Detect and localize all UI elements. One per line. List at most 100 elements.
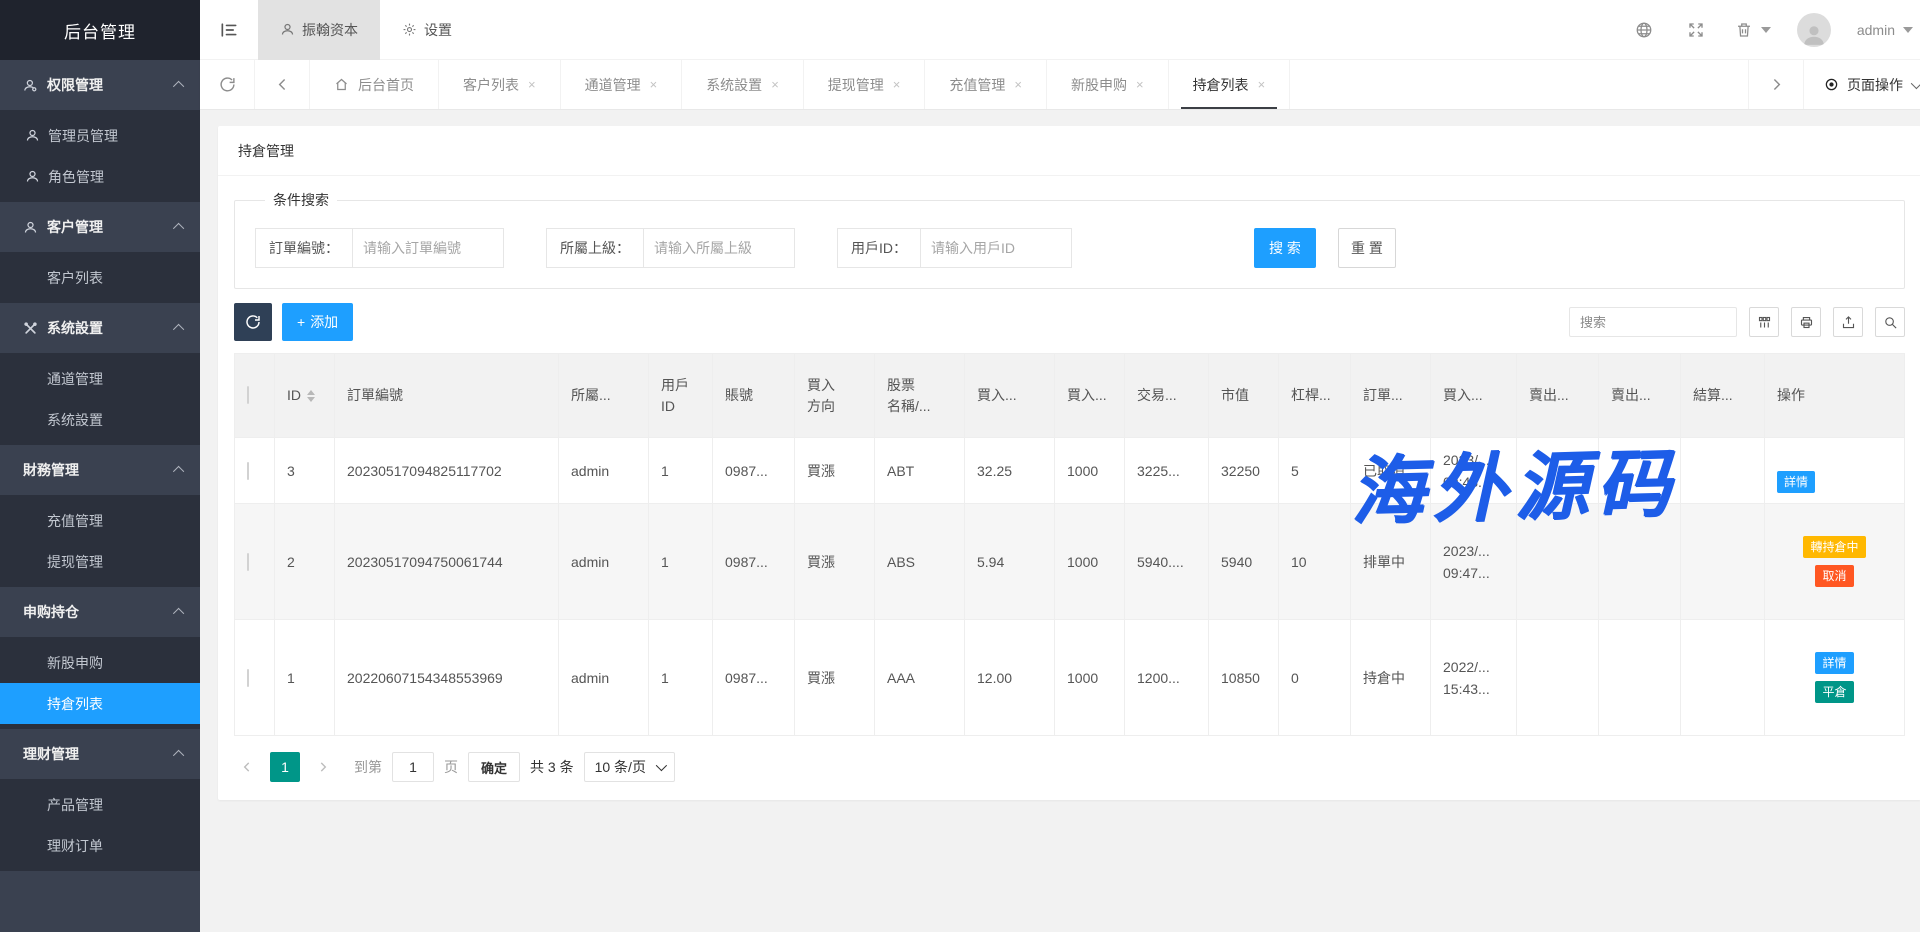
sidebar-toggle-button[interactable] [200,0,258,60]
settings-tab[interactable]: 设置 [380,0,474,60]
sidebar-section-subscription-position[interactable]: 申购持仓 [0,587,200,637]
tab-withdraw-management[interactable]: 提现管理 [804,60,926,109]
close-position-button[interactable]: 平倉 [1815,681,1853,703]
close-icon[interactable] [650,77,658,92]
print-button[interactable] [1791,307,1821,337]
sidebar-item-system-settings[interactable]: 系统設置 [0,399,200,440]
detail-button[interactable]: 詳情 [1815,652,1853,674]
scroll-tabs-right-button[interactable] [1748,60,1803,109]
transfer-holding-button[interactable]: 轉持倉中 [1803,536,1865,558]
row-checkbox-cell [235,438,275,504]
row-checkbox-cell [235,620,275,736]
cell-buy-time: 2023/... 09:48... [1431,438,1517,504]
sidebar-item-recharge-management[interactable]: 充值管理 [0,500,200,541]
tab-channel-management[interactable]: 通道管理 [561,60,683,109]
tab-position-list[interactable]: 持倉列表 [1169,60,1291,109]
parent-agent-input[interactable] [643,228,795,268]
tab-recharge-management[interactable]: 充值管理 [925,60,1047,109]
row-checkbox[interactable] [247,553,249,571]
add-button[interactable]: + 添加 [282,303,353,341]
language-globe-button[interactable] [1631,17,1657,43]
chevron-down-icon [656,760,667,771]
toggle-columns-button[interactable] [1749,307,1779,337]
row-checkbox[interactable] [247,462,249,480]
sidebar-item-product-management[interactable]: 产品管理 [0,784,200,825]
close-icon[interactable] [528,77,536,92]
sidebar-section-permission[interactable]: 权限管理 [0,60,200,110]
tabbar: 后台首页 客户列表 通道管理 系统設置 提现管理 [200,60,1920,110]
refresh-tab-button[interactable] [200,60,255,109]
header-leverage: 杠桿... [1279,354,1351,438]
cell-market-value: 32250 [1209,438,1279,504]
app-logo-title: 后台管理 [0,0,200,60]
sidebar-item-wealth-orders[interactable]: 理财订单 [0,825,200,866]
page-number-button[interactable]: 1 [270,752,300,782]
tab-system-settings[interactable]: 系统設置 [682,60,804,109]
table-row: 2 20230517094750061744 admin 1 0987... 買… [235,504,1905,620]
tab-ipo-subscription[interactable]: 新股申购 [1047,60,1169,109]
fullscreen-button[interactable] [1683,17,1709,43]
search-button[interactable]: 搜 索 [1254,228,1316,268]
sidebar-item-channel-management[interactable]: 通道管理 [0,358,200,399]
cell-direction: 買漲 [795,620,875,736]
condition-search-legend: 条件搜索 [265,190,337,210]
row-checkbox[interactable] [247,669,249,687]
sidebar-section-wealth[interactable]: 理财管理 [0,729,200,779]
close-icon[interactable] [771,77,779,92]
sidebar-item-role-management[interactable]: 角色管理 [0,156,200,197]
workspace-tab[interactable]: 振翰资本 [258,0,380,60]
prev-page-button[interactable] [234,752,260,782]
order-no-input[interactable] [352,228,504,268]
sidebar-item-withdraw-management[interactable]: 提现管理 [0,541,200,582]
close-icon[interactable] [893,77,901,92]
sidebar-item-customer-list[interactable]: 客户列表 [0,257,200,298]
goto-page-input[interactable] [392,752,434,782]
search-form-row: 訂單編號： 所屬上級： 用戶ID： 搜 索 [255,228,1884,268]
user-id-input[interactable] [920,228,1072,268]
close-icon[interactable] [1258,77,1266,92]
sidebar-item-admin-management[interactable]: 管理员管理 [0,115,200,156]
sidebar-section-customer[interactable]: 客户管理 [0,202,200,252]
goto-confirm-button[interactable]: 确定 [468,752,520,782]
sort-icon[interactable] [307,390,315,402]
close-icon[interactable] [1014,77,1022,92]
page-size-select[interactable]: 10 条/页 [584,752,675,782]
page-operations-button[interactable]: 页面操作 [1803,60,1920,109]
next-page-button[interactable] [310,752,336,782]
detail-button[interactable]: 詳情 [1777,471,1815,493]
sidebar-section-system[interactable]: 系统設置 [0,303,200,353]
cancel-button[interactable]: 取消 [1815,565,1853,587]
header-sell-time: 賣出... [1599,354,1681,438]
tab-label: 提现管理 [828,75,884,95]
sidebar-item-label: 充值管理 [47,511,103,531]
cell-actions: 轉持倉中 取消 [1765,504,1905,620]
export-icon [1841,315,1856,330]
select-all-checkbox[interactable] [247,386,249,404]
table-search-input[interactable] [1569,307,1737,337]
export-button[interactable] [1833,307,1863,337]
refresh-icon [219,76,236,93]
cell-buy-price: 32.25 [965,438,1055,504]
cell-id: 2 [275,504,335,620]
scroll-tabs-left-button[interactable] [255,60,310,109]
tab-label: 通道管理 [585,75,641,95]
sidebar-section-finance[interactable]: 財務管理 [0,445,200,495]
tab-home[interactable]: 后台首页 [310,60,439,109]
user-id-field-group: 用戶ID： [837,228,1072,268]
caret-down-icon [1903,27,1913,33]
avatar[interactable] [1797,13,1831,47]
tab-customer-list[interactable]: 客户列表 [439,60,561,109]
sidebar-submenu-subscription-position: 新股申购 持倉列表 [0,637,200,729]
zoom-table-button[interactable] [1875,307,1905,337]
sidebar-item-position-list[interactable]: 持倉列表 [0,683,200,724]
header-id: ID [275,354,335,438]
reset-button[interactable]: 重 置 [1338,228,1396,268]
close-icon[interactable] [1136,77,1144,92]
person-silhouette-icon [1801,21,1827,47]
clear-cache-dropdown[interactable] [1735,21,1771,39]
cell-trade-amount: 1200... [1125,620,1209,736]
sidebar-item-label: 理财订单 [47,836,103,856]
sidebar-item-ipo-subscription[interactable]: 新股申购 [0,642,200,683]
refresh-table-button[interactable] [234,303,272,341]
user-menu[interactable]: admin [1857,22,1913,38]
